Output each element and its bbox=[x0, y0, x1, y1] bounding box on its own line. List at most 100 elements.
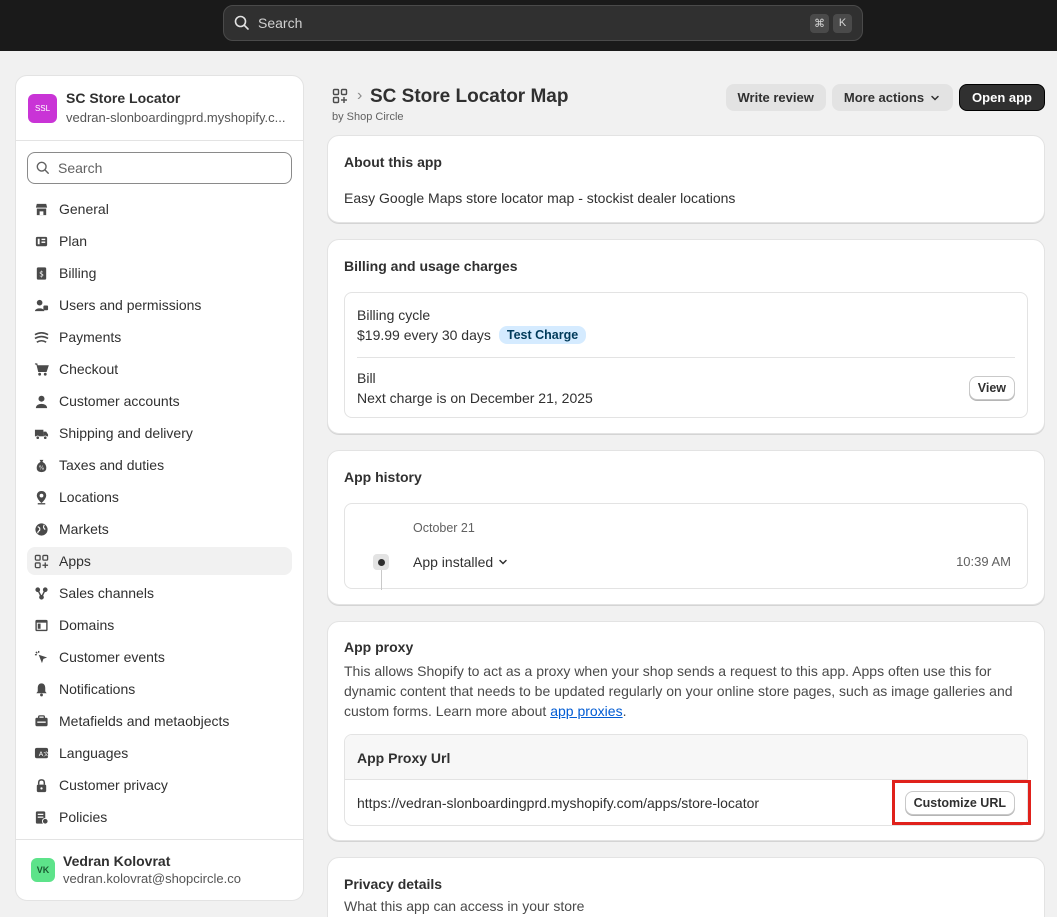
proxy-desc-end: . bbox=[622, 703, 627, 719]
write-review-button[interactable]: Write review bbox=[725, 84, 826, 111]
about-card: About this app Easy Google Maps store lo… bbox=[327, 135, 1045, 223]
proxy-desc-line-3: custom forms. Learn more about bbox=[344, 703, 551, 719]
app-proxy-description: This allows Shopify to act as a proxy wh… bbox=[344, 661, 1013, 721]
sidebar-item-locations[interactable]: Locations bbox=[27, 483, 292, 511]
billing-icon: $ bbox=[33, 265, 49, 281]
sidebar-item-notifications[interactable]: Notifications bbox=[27, 675, 292, 703]
sidebar-item-domains[interactable]: Domains bbox=[27, 611, 292, 639]
sidebar-divider bbox=[16, 140, 303, 141]
domains-icon bbox=[33, 617, 49, 633]
more-actions-button[interactable]: More actions bbox=[831, 84, 954, 111]
sidebar-item-policies[interactable]: Policies bbox=[27, 803, 292, 831]
sidebar-item-label: Apps bbox=[59, 553, 91, 569]
store-avatar: SSL bbox=[28, 93, 57, 123]
test-charge-badge: Test Charge bbox=[498, 326, 587, 344]
sidebar-item-label: Customer accounts bbox=[59, 393, 180, 409]
store-switcher[interactable]: SSL SC Store Locator vedran-slonboarding… bbox=[16, 76, 303, 140]
user-email: vedran.kolovrat@shopcircle.co bbox=[63, 871, 241, 886]
sidebar-item-label: Metafields and metaobjects bbox=[59, 713, 230, 729]
top-bar: Search ⌘ K bbox=[0, 0, 1057, 51]
view-bill-button[interactable]: View bbox=[968, 376, 1015, 400]
sidebar-item-taxes-and-duties[interactable]: % Taxes and duties bbox=[27, 451, 292, 479]
svg-text:文: 文 bbox=[43, 749, 49, 757]
breadcrumb-chevron-icon: › bbox=[357, 87, 363, 104]
settings-search-input[interactable]: Search bbox=[27, 152, 292, 184]
app-installed-toggle[interactable]: App installed bbox=[413, 554, 509, 570]
globe-icon bbox=[33, 521, 49, 537]
metafields-icon bbox=[33, 713, 49, 729]
cart-icon bbox=[33, 361, 49, 377]
sidebar-item-label: Policies bbox=[59, 809, 108, 825]
timeline-dot-icon bbox=[373, 554, 389, 570]
shortcut-cmd-key: ⌘ bbox=[810, 13, 829, 33]
bell-icon bbox=[33, 681, 49, 697]
store-name: SC Store Locator bbox=[66, 90, 181, 106]
sidebar-item-users-and-permissions[interactable]: Users and permissions bbox=[27, 291, 292, 319]
sidebar-item-payments[interactable]: Payments bbox=[27, 323, 292, 351]
sidebar-item-sales-channels[interactable]: Sales channels bbox=[27, 579, 292, 607]
app-history-title: App history bbox=[344, 469, 422, 485]
sidebar-item-label: Taxes and duties bbox=[59, 457, 165, 473]
billing-cycle-label: Billing cycle bbox=[357, 307, 431, 323]
sidebar-item-shipping-and-delivery[interactable]: Shipping and delivery bbox=[27, 419, 292, 447]
bill-label: Bill bbox=[357, 370, 376, 386]
global-search-placeholder: Search bbox=[258, 15, 303, 31]
proxy-url-label: App Proxy Url bbox=[357, 750, 451, 766]
sidebar-item-languages[interactable]: A 文 Languages bbox=[27, 739, 292, 767]
location-icon bbox=[33, 489, 49, 505]
sidebar-item-label: Markets bbox=[59, 521, 109, 537]
svg-text:%: % bbox=[38, 465, 44, 471]
cursor-icon bbox=[33, 649, 49, 665]
languages-icon: A文 bbox=[33, 745, 49, 761]
search-icon bbox=[36, 161, 49, 174]
sidebar-item-label: Billing bbox=[59, 265, 97, 281]
sidebar-item-label: General bbox=[59, 201, 109, 217]
sidebar-item-customer-accounts[interactable]: Customer accounts bbox=[27, 387, 292, 415]
app-proxies-link[interactable]: app proxies bbox=[550, 703, 622, 719]
privacy-subtitle: What this app can access in your store bbox=[344, 898, 585, 914]
sidebar-item-label: Languages bbox=[59, 745, 129, 761]
sidebar-item-metafields-and-metaobjects[interactable]: Metafields and metaobjects bbox=[27, 707, 292, 735]
sidebar-item-customer-events[interactable]: Customer events bbox=[27, 643, 292, 671]
lock-icon bbox=[33, 777, 49, 793]
more-actions-label: More actions bbox=[843, 90, 925, 105]
billing-title: Billing and usage charges bbox=[344, 258, 518, 274]
sidebar-item-label: Domains bbox=[59, 617, 115, 633]
user-name: Vedran Kolovrat bbox=[63, 853, 171, 869]
svg-text:$: $ bbox=[39, 269, 44, 278]
sidebar-item-label: Users and permissions bbox=[59, 297, 202, 313]
global-search-bar[interactable]: Search ⌘ K bbox=[223, 5, 863, 41]
sidebar-item-checkout[interactable]: Checkout bbox=[27, 355, 292, 383]
sidebar-item-apps[interactable]: Apps bbox=[27, 547, 292, 575]
chevron-down-icon bbox=[499, 559, 507, 565]
user-profile[interactable]: VK Vedran Kolovrat vedran.kolovrat@shopc… bbox=[16, 840, 303, 900]
sidebar-item-label: Locations bbox=[59, 489, 119, 505]
user-avatar: VK bbox=[31, 858, 55, 882]
sidebar-item-label: Notifications bbox=[59, 681, 136, 697]
sidebar-item-customer-privacy[interactable]: Customer privacy bbox=[27, 771, 292, 799]
history-time: 10:39 AM bbox=[956, 554, 1011, 569]
proxy-desc-line-2: dynamic content that needs to be updated… bbox=[344, 683, 1013, 699]
settings-nav: General Plan $ Billing Users and permissions… bbox=[27, 195, 292, 835]
privacy-title: Privacy details bbox=[344, 876, 443, 892]
sidebar-item-label: Sales channels bbox=[59, 585, 154, 601]
sidebar-item-plan[interactable]: Plan bbox=[27, 227, 292, 255]
about-text: Easy Google Maps store locator map - sto… bbox=[344, 190, 736, 206]
billing-cycle-value: $19.99 every 30 days bbox=[357, 327, 491, 343]
proxy-url-value: https://vedran-slonboardingprd.myshopify… bbox=[357, 795, 760, 811]
store-icon bbox=[33, 201, 49, 217]
privacy-card: Privacy details What this app can access… bbox=[327, 857, 1045, 917]
channels-icon bbox=[33, 585, 49, 601]
open-app-button[interactable]: Open app bbox=[959, 84, 1045, 111]
chevron-down-icon bbox=[931, 95, 939, 101]
billing-details: Billing cycle $19.99 every 30 days Test … bbox=[344, 292, 1028, 418]
page-header: › SC Store Locator Map by Shop Circle Wr… bbox=[332, 84, 1045, 126]
sidebar-item-markets[interactable]: Markets bbox=[27, 515, 292, 543]
sidebar-item-billing[interactable]: $ Billing bbox=[27, 259, 292, 287]
users-icon bbox=[33, 297, 49, 313]
sidebar-item-general[interactable]: General bbox=[27, 195, 292, 223]
shortcut-k-key: K bbox=[833, 13, 852, 33]
about-title: About this app bbox=[344, 154, 442, 170]
apps-icon[interactable] bbox=[332, 88, 348, 104]
history-event: App installed bbox=[413, 554, 494, 570]
